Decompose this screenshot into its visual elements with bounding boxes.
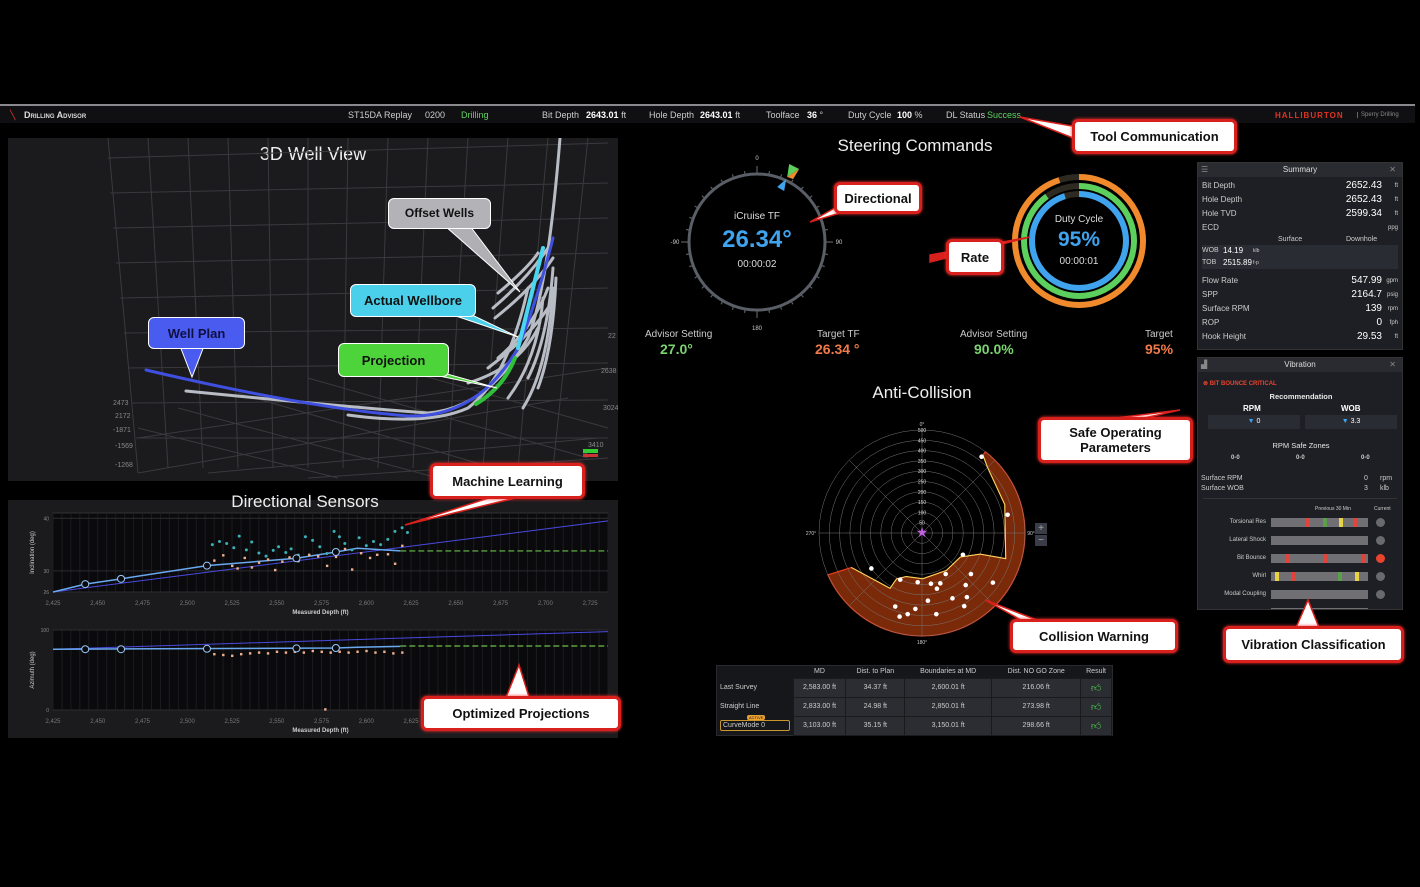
callout-safe-operating-parameters: Safe Operating Parameters xyxy=(1038,417,1193,463)
callout-directional: Directional xyxy=(834,182,922,214)
callout-projection: Projection xyxy=(338,343,449,377)
callout-machine-learning: Machine Learning xyxy=(430,463,585,499)
callout-well-plan: Well Plan xyxy=(148,317,245,349)
callout-vibration-classification: Vibration Classification xyxy=(1223,626,1404,663)
callout-optimized-projections: Optimized Projections xyxy=(421,696,621,731)
callout-actual-wellbore: Actual Wellbore xyxy=(350,284,476,317)
callout-collision-warning: Collision Warning xyxy=(1010,619,1178,653)
callout-rate: Rate xyxy=(946,239,1004,275)
callout-offset-wells: Offset Wells xyxy=(388,198,491,229)
callout-tool-communication: Tool Communication xyxy=(1072,119,1237,154)
